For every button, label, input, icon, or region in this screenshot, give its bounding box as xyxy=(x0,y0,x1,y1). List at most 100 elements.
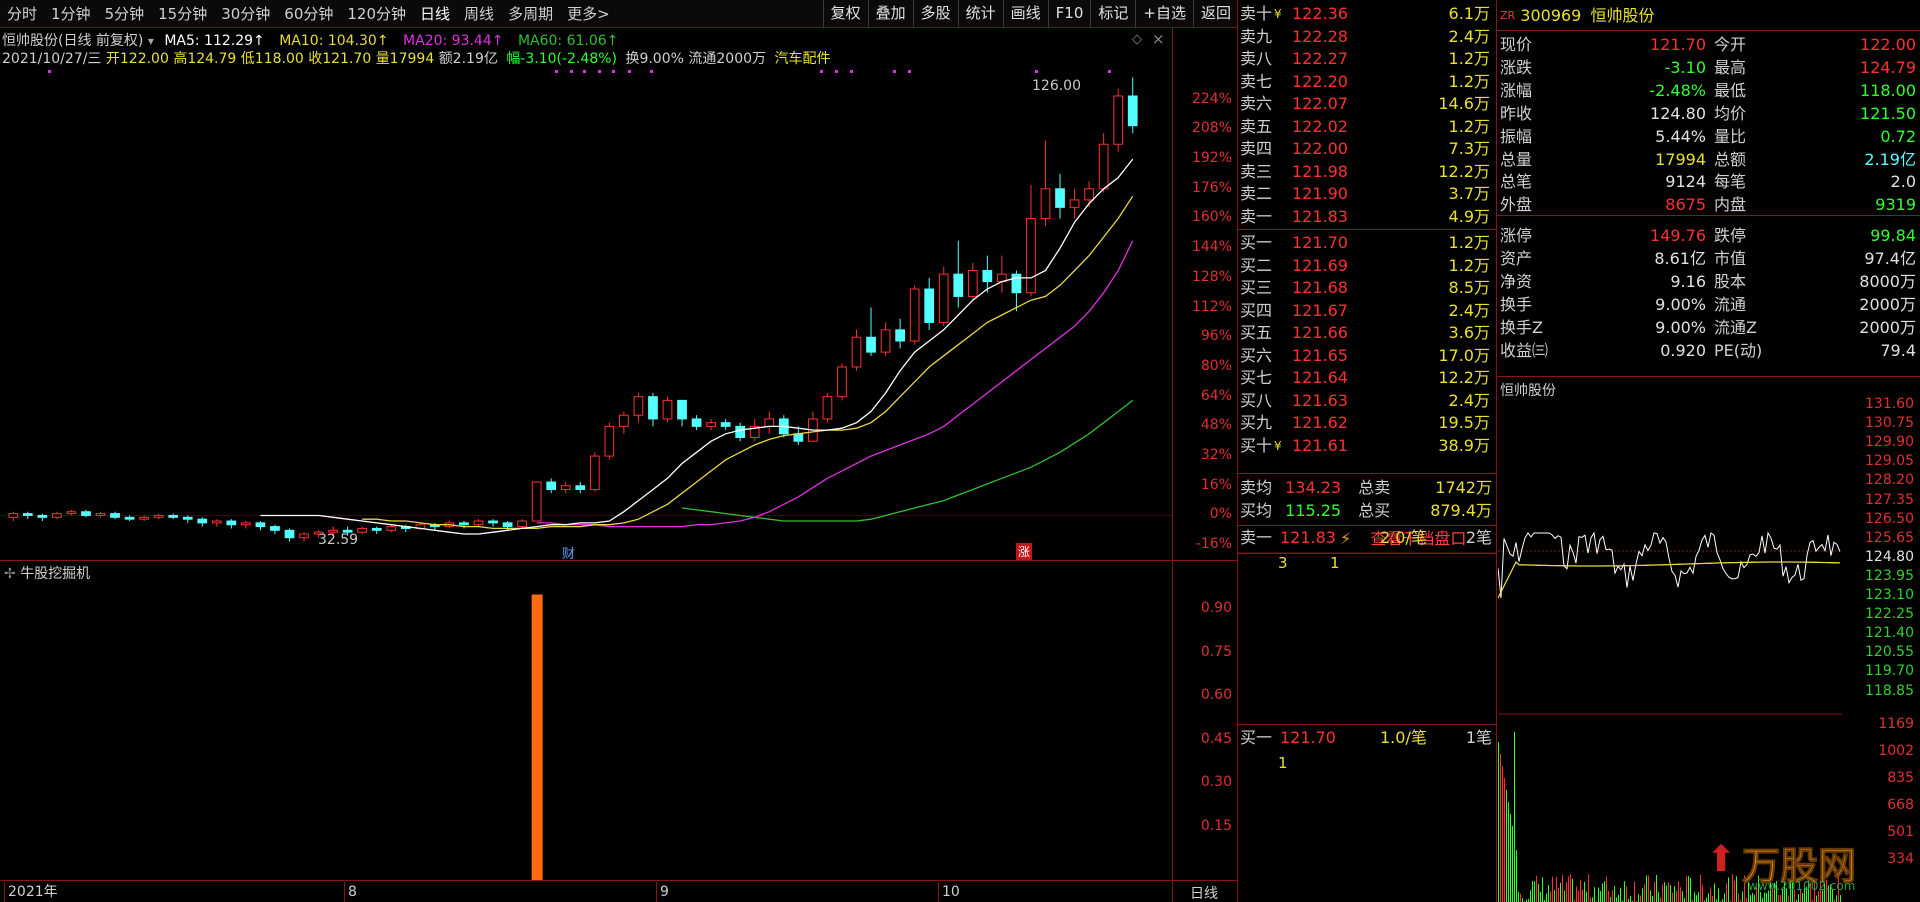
order-row[interactable]: 卖四 122.00 7.3万 xyxy=(1240,138,1494,160)
candle[interactable] xyxy=(473,519,484,527)
finance-marker[interactable]: 财 xyxy=(562,543,575,562)
candle[interactable] xyxy=(284,528,295,542)
mini-chart-title[interactable]: 恒帅股份 xyxy=(1500,380,1556,400)
candle[interactable] xyxy=(299,532,309,542)
queue-sell-item[interactable]: 1 xyxy=(1330,554,1340,572)
candle[interactable] xyxy=(1040,140,1051,226)
order-row[interactable]: 买十 ¥121.61 38.9万 xyxy=(1240,435,1494,457)
ma-settings-icon[interactable]: ▾ xyxy=(148,34,154,48)
candle[interactable] xyxy=(357,526,368,535)
event-marker[interactable] xyxy=(1035,70,1038,73)
time-axis-period[interactable]: 日线 xyxy=(1190,883,1218,902)
candle[interactable] xyxy=(52,511,62,520)
period-tab-3[interactable]: 15分钟 xyxy=(151,0,214,28)
order-row[interactable]: 卖八 122.27 1.2万 xyxy=(1240,48,1494,70)
period-tab-10[interactable]: 更多> xyxy=(560,0,617,28)
period-tab-5[interactable]: 60分钟 xyxy=(277,0,340,28)
candle[interactable] xyxy=(255,521,266,531)
candle[interactable] xyxy=(648,392,658,427)
close-icon[interactable]: × xyxy=(1152,30,1165,48)
order-row[interactable]: 卖十 ¥122.36 6.1万 xyxy=(1240,3,1494,25)
period-tab-2[interactable]: 5分钟 xyxy=(98,0,152,28)
candle[interactable] xyxy=(226,519,237,529)
candle[interactable] xyxy=(619,411,629,434)
order-row[interactable]: 卖一 121.83 4.9万 xyxy=(1240,206,1494,228)
candle[interactable] xyxy=(1055,173,1065,219)
candle[interactable] xyxy=(110,511,120,520)
tool-button-3[interactable]: 统计 xyxy=(957,0,1003,28)
candle[interactable] xyxy=(241,521,251,529)
candle[interactable] xyxy=(139,515,149,522)
candle[interactable] xyxy=(575,482,586,494)
candle[interactable] xyxy=(895,318,905,349)
event-marker[interactable] xyxy=(835,70,838,73)
candle[interactable] xyxy=(953,240,964,308)
candle[interactable] xyxy=(909,285,920,345)
candle[interactable] xyxy=(837,363,847,401)
intraday-chart[interactable] xyxy=(1498,398,1842,902)
candle[interactable] xyxy=(211,519,222,527)
period-tab-4[interactable]: 30分钟 xyxy=(214,0,277,28)
candle[interactable] xyxy=(604,422,615,460)
order-row[interactable]: 卖九 122.28 2.4万 xyxy=(1240,26,1494,48)
candle[interactable] xyxy=(720,418,731,431)
event-marker[interactable] xyxy=(820,70,823,73)
event-marker[interactable] xyxy=(598,70,601,73)
candle[interactable] xyxy=(531,481,542,522)
event-marker[interactable] xyxy=(583,70,586,73)
event-marker[interactable] xyxy=(570,70,573,73)
period-tab-9[interactable]: 多周期 xyxy=(501,0,560,28)
tool-button-1[interactable]: 叠加 xyxy=(867,0,913,28)
order-row[interactable]: 买二 121.69 1.2万 xyxy=(1240,255,1494,277)
candle[interactable] xyxy=(749,418,760,442)
tool-button-6[interactable]: 标记 xyxy=(1090,0,1135,28)
candle[interactable] xyxy=(938,266,949,327)
pin-icon[interactable]: ◇ xyxy=(1132,32,1142,47)
candle[interactable] xyxy=(488,519,498,527)
order-row[interactable]: 卖三 121.98 12.2万 xyxy=(1240,161,1494,183)
order-row[interactable]: 买八 121.63 2.4万 xyxy=(1240,390,1494,412)
candle[interactable] xyxy=(764,411,775,434)
indicator-chart[interactable] xyxy=(0,580,1172,880)
tool-button-2[interactable]: 多股 xyxy=(912,0,958,28)
order-row[interactable]: 卖二 121.90 3.7万 xyxy=(1240,183,1494,205)
candle[interactable] xyxy=(1069,188,1080,219)
period-tab-8[interactable]: 周线 xyxy=(457,0,501,28)
order-row[interactable]: 买七 121.64 12.2万 xyxy=(1240,367,1494,389)
order-row[interactable]: 买一 121.70 1.2万 xyxy=(1240,232,1494,254)
queue-buy-item[interactable]: 1 xyxy=(1278,754,1288,772)
candle[interactable] xyxy=(153,513,164,520)
order-row[interactable]: 买四 121.67 2.4万 xyxy=(1240,300,1494,322)
candle[interactable] xyxy=(386,524,397,533)
tool-button-8[interactable]: 返回 xyxy=(1192,0,1238,28)
candle[interactable] xyxy=(851,329,862,371)
order-row[interactable]: 卖七 122.20 1.2万 xyxy=(1240,71,1494,93)
candle[interactable] xyxy=(822,392,833,423)
event-marker[interactable] xyxy=(48,70,51,73)
candle[interactable] xyxy=(95,511,106,518)
order-row[interactable]: 买三 121.68 8.5万 xyxy=(1240,277,1494,299)
period-tab-6[interactable]: 120分钟 xyxy=(340,0,413,28)
candle[interactable] xyxy=(808,411,818,442)
candle[interactable] xyxy=(81,509,91,518)
queue-sell-item[interactable]: 3 xyxy=(1278,554,1288,572)
candle[interactable] xyxy=(997,255,1007,293)
candle[interactable] xyxy=(967,263,978,301)
order-row[interactable]: 卖六 122.07 14.6万 xyxy=(1240,93,1494,115)
candle[interactable] xyxy=(270,524,280,535)
candlestick-chart[interactable] xyxy=(0,70,1172,560)
period-tab-0[interactable]: 分时 xyxy=(0,0,44,28)
candle[interactable] xyxy=(706,418,716,431)
candle[interactable] xyxy=(168,513,179,520)
candle[interactable] xyxy=(1098,133,1109,193)
candle[interactable] xyxy=(677,399,687,427)
candle[interactable] xyxy=(589,452,600,492)
candle[interactable] xyxy=(924,277,935,330)
event-marker[interactable] xyxy=(908,70,911,73)
sector-label[interactable]: 汽车配件 xyxy=(774,51,830,67)
candle[interactable] xyxy=(66,509,77,516)
order-row[interactable]: 买九 121.62 19.5万 xyxy=(1240,412,1494,434)
queue-row[interactable]: 买一 121.70 1.0/笔 1笔 xyxy=(1240,726,1494,750)
event-marker[interactable] xyxy=(1108,70,1111,73)
indicator-bar[interactable] xyxy=(531,594,543,881)
